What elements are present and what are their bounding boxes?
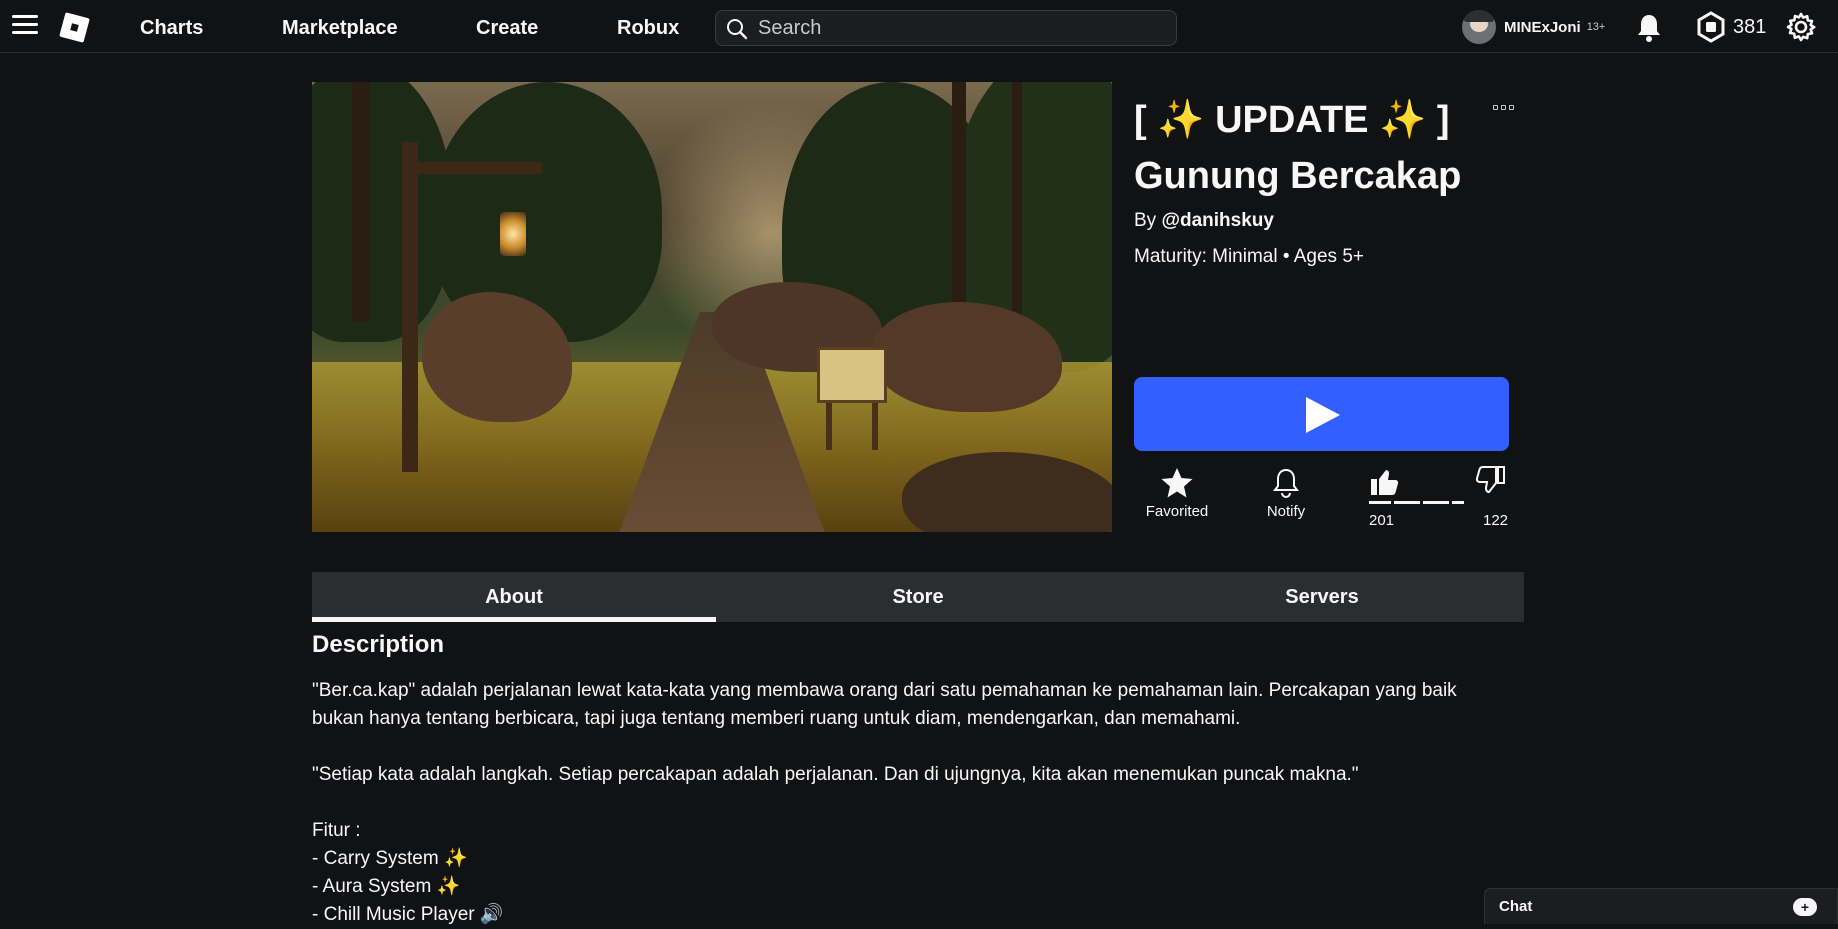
roblox-logo[interactable] bbox=[58, 11, 91, 44]
bell-outline-icon bbox=[1273, 468, 1299, 498]
nav-link-robux[interactable]: Robux bbox=[617, 17, 679, 40]
creator-byline: By @danihskuy bbox=[1134, 210, 1274, 232]
experience-title: [ ✨ UPDATE ✨ ] Gunung Bercakap bbox=[1134, 99, 1462, 197]
search-bar bbox=[715, 10, 1177, 46]
tab-servers[interactable]: Servers bbox=[1120, 572, 1524, 622]
avatar bbox=[1462, 10, 1496, 44]
feature-item: - Chill Music Player 🔊 bbox=[312, 904, 504, 925]
downvote-count: 122 bbox=[1483, 512, 1509, 529]
experience-tabs: About Store Servers bbox=[312, 572, 1524, 622]
robux-count: 381 bbox=[1733, 15, 1767, 38]
description-body: "Ber.ca.kap" adalah perjalanan lewat kat… bbox=[312, 677, 1512, 929]
vote-ratio-bar bbox=[1369, 501, 1507, 504]
nav-link-charts[interactable]: Charts bbox=[140, 17, 203, 40]
feature-item: - Carry System ✨ bbox=[312, 848, 468, 869]
tab-about[interactable]: About bbox=[312, 572, 716, 622]
menu-icon[interactable] bbox=[12, 15, 38, 37]
user-profile-link[interactable]: MINExJoni 13+ bbox=[1462, 10, 1605, 44]
nav-link-marketplace[interactable]: Marketplace bbox=[282, 17, 398, 40]
notify-label: Notify bbox=[1266, 503, 1306, 520]
nav-link-create[interactable]: Create bbox=[476, 17, 538, 40]
description-quote: "Setiap kata adalah langkah. Setiap perc… bbox=[312, 764, 1359, 785]
maturity-rating: Maturity: Minimal • Ages 5+ bbox=[1134, 246, 1364, 267]
creator-link[interactable]: @danihskuy bbox=[1161, 210, 1274, 231]
favorite-label: Favorited bbox=[1145, 503, 1209, 520]
notify-button[interactable]: Notify bbox=[1260, 467, 1312, 520]
chat-bar[interactable]: Chat + bbox=[1484, 888, 1838, 924]
thumbs-up-icon[interactable] bbox=[1368, 465, 1400, 497]
description-heading: Description bbox=[312, 631, 445, 658]
thumbs-down-icon[interactable] bbox=[1475, 465, 1507, 497]
robux-icon bbox=[1697, 11, 1725, 43]
top-navigation-bar: Charts Marketplace Create Robux MINExJon… bbox=[0, 0, 1838, 53]
features-heading: Fitur : bbox=[312, 820, 361, 841]
upvote-count: 201 bbox=[1369, 512, 1395, 529]
favorite-button[interactable]: Favorited bbox=[1143, 467, 1211, 520]
new-chat-icon[interactable]: + bbox=[1793, 898, 1817, 916]
age-badge: 13+ bbox=[1586, 21, 1606, 33]
search-input[interactable] bbox=[758, 11, 1168, 45]
more-options-icon[interactable] bbox=[1493, 105, 1517, 115]
play-icon bbox=[1306, 397, 1340, 433]
star-icon bbox=[1161, 468, 1193, 498]
description-paragraph: "Ber.ca.kap" adalah perjalanan lewat kat… bbox=[312, 680, 1457, 729]
by-prefix: By bbox=[1134, 210, 1162, 231]
robux-balance[interactable]: 381 bbox=[1695, 11, 1766, 43]
username: MINExJoni bbox=[1504, 18, 1581, 36]
notifications-bell-icon[interactable] bbox=[1635, 13, 1663, 43]
play-button[interactable] bbox=[1134, 377, 1509, 451]
search-icon bbox=[727, 19, 748, 40]
chat-label: Chat bbox=[1499, 898, 1533, 915]
tab-store[interactable]: Store bbox=[716, 572, 1120, 622]
experience-thumbnail[interactable] bbox=[312, 82, 1112, 532]
feature-item: - Aura System ✨ bbox=[312, 876, 461, 897]
settings-gear-icon[interactable] bbox=[1785, 11, 1817, 43]
